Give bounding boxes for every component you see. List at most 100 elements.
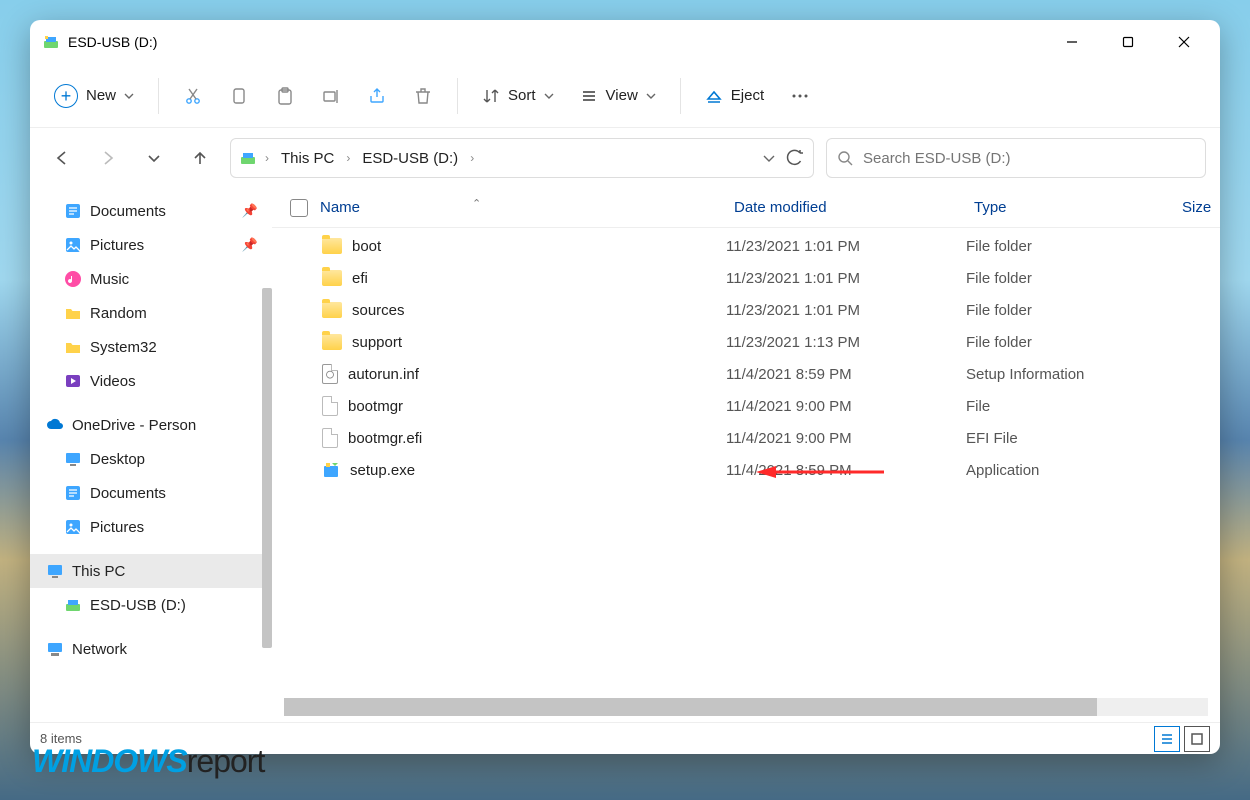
file-name: sources	[352, 302, 405, 319]
file-date: 11/4/2021 9:00 PM	[726, 430, 966, 447]
up-button[interactable]	[190, 148, 210, 168]
share-button[interactable]	[355, 76, 399, 116]
thumbnails-view-button[interactable]	[1184, 726, 1210, 752]
cut-button[interactable]	[171, 76, 215, 116]
column-name[interactable]: Name⌃	[312, 199, 726, 216]
horizontal-scrollbar[interactable]	[284, 698, 1208, 716]
column-size[interactable]: Size	[1174, 199, 1219, 216]
file-row[interactable]: setup.exe 11/4/2021 8:59 PM Application	[272, 454, 1220, 486]
eject-button[interactable]: Eject	[693, 76, 776, 116]
sort-indicator-icon: ⌃	[472, 197, 481, 210]
file-name: boot	[352, 238, 381, 255]
file-name: support	[352, 334, 402, 351]
scrollbar-thumb[interactable]	[262, 288, 272, 648]
sort-button[interactable]: Sort	[470, 76, 566, 116]
settings-file-icon	[322, 364, 338, 384]
recent-button[interactable]	[144, 148, 164, 168]
paste-button[interactable]	[263, 76, 307, 116]
pic-icon	[64, 518, 82, 536]
address-bar[interactable]: › This PC › ESD-USB (D:) ›	[230, 138, 814, 178]
nav-label: Desktop	[90, 451, 145, 468]
nav-item-documents[interactable]: Documents	[30, 476, 272, 510]
file-row[interactable]: bootmgr.efi 11/4/2021 9:00 PM EFI File	[272, 422, 1220, 454]
command-bar: + New Sort View Eject	[30, 64, 1220, 128]
file-date: 11/4/2021 8:59 PM	[726, 462, 966, 479]
rename-button[interactable]	[309, 76, 353, 116]
new-button[interactable]: + New	[42, 76, 146, 116]
close-button[interactable]	[1156, 20, 1212, 64]
file-type: File	[966, 398, 1174, 415]
eject-icon	[705, 87, 723, 105]
nav-item-pictures[interactable]: Pictures	[30, 510, 272, 544]
file-pane: Name⌃ Date modified Type Size boot 11/23…	[272, 188, 1220, 722]
folder-icon	[322, 302, 342, 318]
column-type[interactable]: Type	[966, 199, 1174, 216]
file-row[interactable]: efi 11/23/2021 1:01 PM File folder	[272, 262, 1220, 294]
chevron-right-icon[interactable]: ›	[468, 151, 476, 165]
nav-item-desktop[interactable]: Desktop	[30, 442, 272, 476]
file-icon	[322, 428, 338, 448]
copy-button[interactable]	[217, 76, 261, 116]
file-date: 11/23/2021 1:01 PM	[726, 302, 966, 319]
nav-item-random[interactable]: Random	[30, 296, 272, 330]
scrollbar-thumb[interactable]	[284, 698, 1097, 716]
pc-icon	[46, 562, 64, 580]
delete-button[interactable]	[401, 76, 445, 116]
chevron-right-icon[interactable]: ›	[344, 151, 352, 165]
network-icon	[46, 640, 64, 658]
forward-button[interactable]	[98, 148, 118, 168]
pin-icon: 📌	[242, 237, 258, 253]
nav-item-documents[interactable]: Documents 📌	[30, 194, 272, 228]
file-row[interactable]: bootmgr 11/4/2021 9:00 PM File	[272, 390, 1220, 422]
refresh-button[interactable]	[785, 148, 805, 168]
file-name: bootmgr.efi	[348, 430, 422, 447]
back-button[interactable]	[52, 148, 72, 168]
search-box[interactable]	[826, 138, 1206, 178]
nav-label: Videos	[90, 373, 136, 390]
drive-icon	[42, 33, 60, 51]
nav-label: System32	[90, 339, 157, 356]
folder-icon	[322, 270, 342, 286]
nav-label: This PC	[72, 563, 125, 580]
cloud-icon	[46, 416, 64, 434]
sort-icon	[482, 87, 500, 105]
file-row[interactable]: boot 11/23/2021 1:01 PM File folder	[272, 230, 1220, 262]
history-dropdown[interactable]	[759, 148, 779, 168]
doc-icon	[64, 202, 82, 220]
chevron-down-icon	[544, 91, 554, 101]
drive-icon	[64, 596, 82, 614]
pic-icon	[64, 236, 82, 254]
folder-icon	[322, 334, 342, 350]
breadcrumb-drive[interactable]: ESD-USB (D:)	[358, 146, 462, 171]
breadcrumb-this-pc[interactable]: This PC	[277, 146, 338, 171]
nav-label: Random	[90, 305, 147, 322]
nav-this-pc[interactable]: This PC	[30, 554, 272, 588]
nav-onedrive[interactable]: OneDrive - Person	[30, 408, 272, 442]
minimize-button[interactable]	[1044, 20, 1100, 64]
details-view-button[interactable]	[1154, 726, 1180, 752]
maximize-button[interactable]	[1100, 20, 1156, 64]
file-row[interactable]: sources 11/23/2021 1:01 PM File folder	[272, 294, 1220, 326]
search-input[interactable]	[863, 150, 1195, 167]
nav-item-system32[interactable]: System32	[30, 330, 272, 364]
nav-drive[interactable]: ESD-USB (D:)	[30, 588, 272, 622]
view-button[interactable]: View	[568, 76, 668, 116]
nav-network[interactable]: Network	[30, 632, 272, 666]
file-row[interactable]: autorun.inf 11/4/2021 8:59 PM Setup Info…	[272, 358, 1220, 390]
nav-item-pictures[interactable]: Pictures 📌	[30, 228, 272, 262]
nav-item-videos[interactable]: Videos	[30, 364, 272, 398]
chevron-right-icon[interactable]: ›	[263, 151, 271, 165]
nav-pane: Documents 📌 Pictures 📌 Music Random Syst…	[30, 188, 272, 722]
file-icon	[322, 396, 338, 416]
file-type: Setup Information	[966, 366, 1174, 383]
file-name: setup.exe	[350, 462, 415, 479]
more-button[interactable]	[778, 76, 822, 116]
column-date[interactable]: Date modified	[726, 199, 966, 216]
select-all-checkbox[interactable]	[282, 199, 312, 217]
music-icon	[64, 270, 82, 288]
nav-item-music[interactable]: Music	[30, 262, 272, 296]
file-row[interactable]: support 11/23/2021 1:13 PM File folder	[272, 326, 1220, 358]
separator	[158, 78, 159, 114]
column-headers: Name⌃ Date modified Type Size	[272, 188, 1220, 228]
file-name: bootmgr	[348, 398, 403, 415]
